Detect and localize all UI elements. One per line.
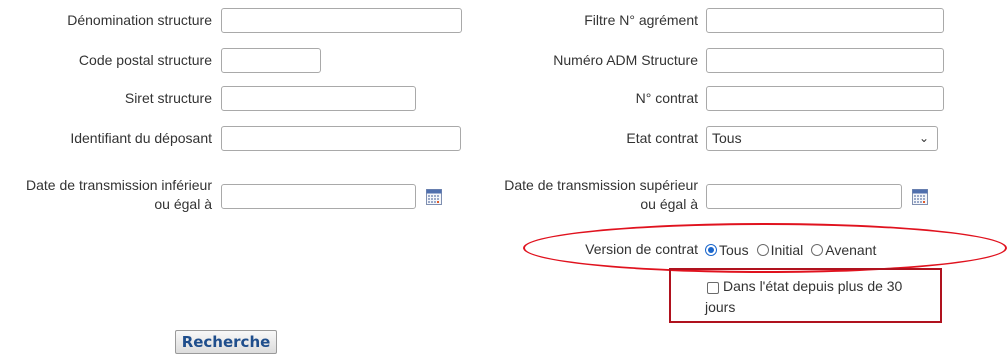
denomination-label: Dénomination structure xyxy=(67,12,212,28)
filtre-input[interactable] xyxy=(706,8,944,33)
date-inf-input[interactable] xyxy=(221,184,416,209)
siret-label: Siret structure xyxy=(124,90,212,106)
chevron-down-icon[interactable]: ⌄ xyxy=(919,127,929,150)
date-inf-label-line1: Date de transmission inférieur xyxy=(26,177,212,193)
calendar-icon[interactable] xyxy=(912,189,928,205)
radio-version-initial-label[interactable]: Initial xyxy=(771,242,804,258)
identifiant-label: Identifiant du déposant xyxy=(70,130,212,146)
radio-version-initial[interactable] xyxy=(756,243,769,256)
code-postal-label: Code postal structure xyxy=(78,52,212,68)
siret-input[interactable] xyxy=(221,86,416,111)
denomination-input[interactable] xyxy=(221,8,462,33)
thirty-days-label-line1: Dans l'état depuis plus de 30 xyxy=(723,278,903,294)
date-sup-label-line2: ou égal à xyxy=(640,196,698,212)
version-radio-group: Tous Initial Avenant xyxy=(705,240,884,259)
date-inf-label: Date de transmission inférieur ou égal à xyxy=(26,176,212,214)
radio-version-tous[interactable] xyxy=(705,243,717,256)
numero-adm-label: Numéro ADM Structure xyxy=(553,52,698,68)
numero-adm-input[interactable] xyxy=(706,48,944,73)
thirty-days-label[interactable]: Dans l'état depuis plus de 30 xyxy=(723,276,902,297)
thirty-days-checkbox[interactable] xyxy=(707,282,719,294)
radio-version-tous-label[interactable]: Tous xyxy=(719,242,749,258)
code-postal-input[interactable] xyxy=(221,48,321,73)
identifiant-input[interactable] xyxy=(221,126,461,151)
contrat-input[interactable] xyxy=(706,86,944,111)
calendar-icon[interactable] xyxy=(426,189,442,205)
date-inf-label-line2: ou égal à xyxy=(154,196,212,212)
etat-selected-value: Tous xyxy=(712,130,742,146)
thirty-days-label-line2: jours xyxy=(705,299,736,315)
etat-label: Etat contrat xyxy=(626,130,698,146)
radio-version-avenant-label[interactable]: Avenant xyxy=(825,242,876,258)
radio-version-avenant[interactable] xyxy=(811,243,824,256)
filtre-label: Filtre N° agrément xyxy=(584,12,698,28)
contrat-label: N° contrat xyxy=(635,90,698,106)
date-sup-label: Date de transmission supérieur ou égal à xyxy=(504,176,698,214)
date-sup-label-line1: Date de transmission supérieur xyxy=(504,177,698,193)
etat-select[interactable]: Tous ⌄ xyxy=(706,126,938,151)
version-label: Version de contrat xyxy=(585,241,698,257)
date-sup-input[interactable] xyxy=(706,184,902,209)
search-button[interactable]: Recherche xyxy=(175,330,277,354)
